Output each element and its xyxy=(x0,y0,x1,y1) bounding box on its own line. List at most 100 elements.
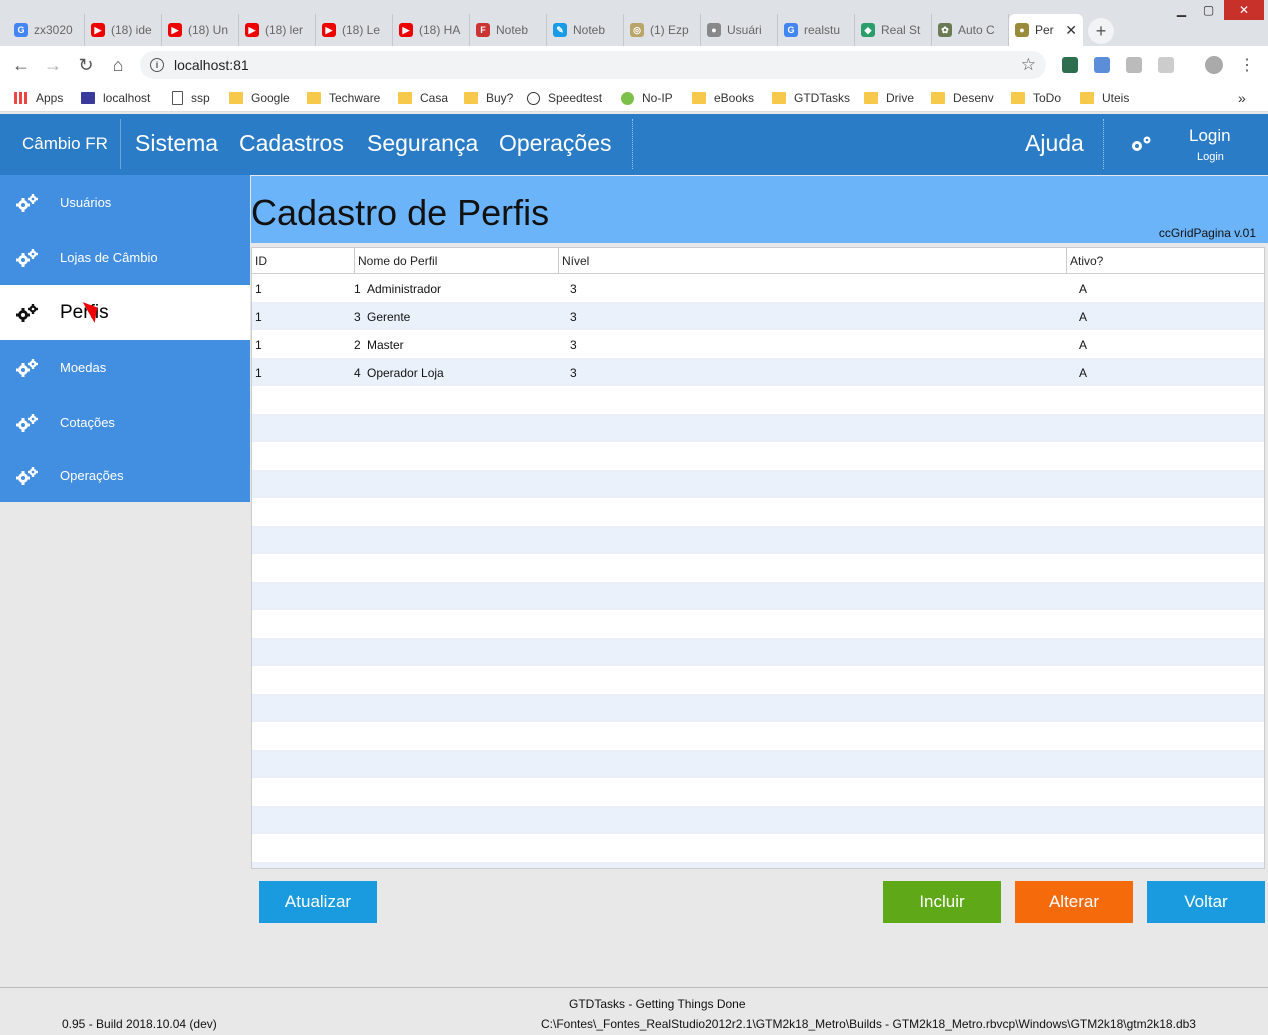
browser-tab[interactable]: Gzx3020 xyxy=(8,14,85,46)
bookmark-desenv[interactable]: Desenv xyxy=(931,89,994,107)
browser-tab[interactable]: ● Per ✕ xyxy=(1009,14,1083,46)
divider xyxy=(1103,119,1104,169)
browser-tab[interactable]: F Noteb xyxy=(470,14,547,46)
tab-favicon-icon: ▶ xyxy=(168,23,182,37)
refresh-button[interactable]: Atualizar xyxy=(259,881,377,923)
edit-button[interactable]: Alterar xyxy=(1015,881,1133,923)
settings-gear-icon[interactable] xyxy=(1128,134,1156,161)
info-icon[interactable]: i xyxy=(150,58,164,72)
maximize-button[interactable]: ▢ xyxy=(1195,0,1222,20)
browser-tab[interactable]: ▶ (18) Le xyxy=(316,14,393,46)
tab-title: (18) ler xyxy=(265,23,304,37)
browser-tab[interactable]: ▶ (18) ide xyxy=(85,14,162,46)
folder-icon xyxy=(1080,92,1094,104)
table-row[interactable]: 1 2 Master 3 A xyxy=(252,330,1264,358)
reload-icon[interactable]: ↻ xyxy=(75,54,97,76)
bookmark-label: No-IP xyxy=(642,91,673,105)
sidebar-item-lojas-de-cambio[interactable]: Lojas de Câmbio xyxy=(0,230,250,285)
brand-logo[interactable]: Câmbio FR xyxy=(22,134,108,154)
sidebar-item-perfis[interactable]: Perfis xyxy=(0,285,250,340)
bookmarks-overflow-icon[interactable]: » xyxy=(1238,89,1246,107)
new-tab-button[interactable]: + xyxy=(1088,18,1114,44)
browser-tab[interactable]: ◆ Real St xyxy=(855,14,932,46)
tab-favicon-icon: ● xyxy=(707,23,721,37)
tab-title: (18) Un xyxy=(188,23,229,37)
pdf-extension-icon[interactable] xyxy=(1126,57,1142,73)
cell-nivel: 3 xyxy=(570,282,577,296)
sidebar-item-usuarios[interactable]: Usuários xyxy=(0,175,250,230)
back-button[interactable]: Voltar xyxy=(1147,881,1265,923)
tab-title: (18) Le xyxy=(342,23,381,37)
page-header: Cadastro de Perfis ccGridPagina v.01 xyxy=(251,176,1268,243)
bookmark-localhost[interactable]: localhost xyxy=(81,89,150,107)
minimize-button[interactable]: ▁ xyxy=(1168,0,1195,20)
tab-title: realstu xyxy=(804,23,841,37)
sidebar-item-moedas[interactable]: Moedas xyxy=(0,340,250,395)
sidebar-item-label: Usuários xyxy=(60,195,112,210)
cast-extension-icon[interactable] xyxy=(1158,57,1174,73)
forward-arrow-icon[interactable]: → xyxy=(42,54,64,76)
bookmark-uteis[interactable]: Uteis xyxy=(1080,89,1129,107)
table-row[interactable]: 1 1 Administrador 3 A xyxy=(252,274,1264,302)
cell-id: 1 xyxy=(255,282,262,296)
cell-ativo: A xyxy=(1079,366,1088,380)
bookmark-ssp[interactable]: ssp xyxy=(172,89,210,107)
close-window-button[interactable]: ✕ xyxy=(1224,0,1264,20)
tab-title: Per xyxy=(1035,23,1054,37)
add-button[interactable]: Incluir xyxy=(883,881,1001,923)
column-header-id[interactable]: ID xyxy=(252,248,354,274)
table-row[interactable]: 1 4 Operador Loja 3 A xyxy=(252,358,1264,386)
column-header-nivel[interactable]: Nível xyxy=(558,248,1066,274)
menu-sistema[interactable]: Sistema xyxy=(135,130,218,157)
menu-cadastros[interactable]: Cadastros xyxy=(239,130,344,157)
sidebar-item-operacoes[interactable]: Operações xyxy=(0,448,250,503)
bookmark-apps[interactable]: Apps xyxy=(14,89,63,107)
browser-toolbar: ← → ↻ ⌂ i localhost:81 ☆ ⋮ xyxy=(0,46,1268,84)
browser-tab[interactable]: ● Usuári xyxy=(701,14,778,46)
bookmark-label: Google xyxy=(251,91,290,105)
cell-ativo: A xyxy=(1079,282,1088,296)
bookmark-techware[interactable]: Techware xyxy=(307,89,380,107)
browser-tab[interactable]: Grealstu xyxy=(778,14,855,46)
browser-tab[interactable]: ✎ Noteb xyxy=(547,14,624,46)
kebab-menu-icon[interactable]: ⋮ xyxy=(1236,54,1258,76)
status-footer: GTDTasks - Getting Things Done 0.95 - Bu… xyxy=(0,987,1268,1035)
bookmark-gtdtasks[interactable]: GTDTasks xyxy=(772,89,850,107)
address-bar[interactable]: i localhost:81 ☆ xyxy=(140,51,1046,79)
bookmark-google[interactable]: Google xyxy=(229,89,290,107)
gear-icon xyxy=(14,303,42,331)
translate-icon[interactable] xyxy=(1094,57,1110,73)
menu-operacoes[interactable]: Operações xyxy=(499,130,612,157)
extension-check-icon[interactable] xyxy=(1062,57,1078,73)
home-icon[interactable]: ⌂ xyxy=(107,54,129,76)
menu-ajuda[interactable]: Ajuda xyxy=(1025,130,1084,157)
bookmark-star-icon[interactable]: ☆ xyxy=(1021,55,1036,75)
close-tab-icon[interactable]: ✕ xyxy=(1065,22,1077,39)
browser-tab[interactable]: ▶ (18) Un xyxy=(162,14,239,46)
column-header-ativo[interactable]: Ativo? xyxy=(1066,248,1264,274)
u-icon xyxy=(81,92,95,104)
browser-tab[interactable]: ▶ (18) ler xyxy=(239,14,316,46)
sidebar-item-cotacoes[interactable]: Cotações xyxy=(0,395,250,450)
table-row[interactable]: 1 3 Gerente 3 A xyxy=(252,302,1264,330)
cell-ativo: A xyxy=(1079,338,1088,352)
menu-seguranca[interactable]: Segurança xyxy=(367,130,478,157)
gauge-icon xyxy=(527,91,540,105)
bookmark-label: ToDo xyxy=(1033,91,1062,105)
browser-tab[interactable]: ◎ (1) Ezp xyxy=(624,14,701,46)
column-header-nome[interactable]: Nome do Perfil xyxy=(354,248,558,274)
bookmark-buy-[interactable]: Buy? xyxy=(464,89,513,107)
bookmark-casa[interactable]: Casa xyxy=(398,89,448,107)
bookmark-no-ip[interactable]: No-IP xyxy=(621,89,673,107)
bookmark-speedtest[interactable]: Speedtest xyxy=(527,89,602,107)
browser-tab[interactable]: ✿ Auto C xyxy=(932,14,1009,46)
bookmark-todo[interactable]: ToDo xyxy=(1011,89,1061,107)
bookmark-drive[interactable]: Drive xyxy=(864,89,914,107)
sidebar-item-label: Moedas xyxy=(60,360,107,375)
bookmark-ebooks[interactable]: eBooks xyxy=(692,89,754,107)
back-arrow-icon[interactable]: ← xyxy=(10,54,32,76)
login-link[interactable]: Login xyxy=(1189,126,1231,146)
browser-tab[interactable]: ▶ (18) HA xyxy=(393,14,470,46)
grid-body: 1 1 Administrador 3 A 1 3 Gerente 3 A 1 2 Master 3 A 1 4… xyxy=(252,274,1264,868)
profile-avatar-icon[interactable] xyxy=(1205,56,1223,74)
